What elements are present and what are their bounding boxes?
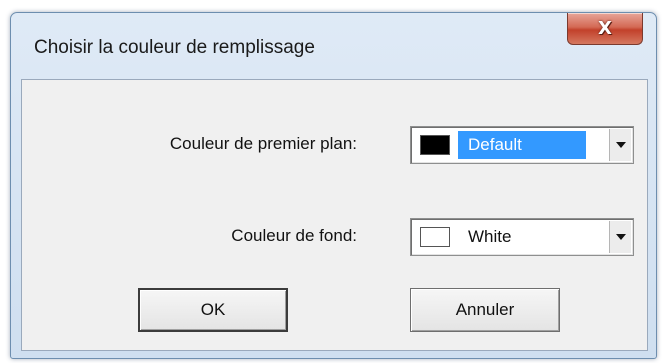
foreground-color-value: Default [468,135,522,154]
foreground-color-select[interactable]: Default [410,126,634,164]
close-icon: X [598,18,612,39]
cancel-button[interactable]: Annuler [410,288,560,332]
ok-button[interactable]: OK [138,288,288,332]
dialog-window: Choisir la couleur de remplissage X Coul… [10,12,657,359]
chevron-down-icon[interactable] [609,221,631,253]
background-color-select[interactable]: White [410,218,634,256]
dialog-title: Choisir la couleur de remplissage [34,37,315,58]
background-color-value: White [468,227,512,246]
close-button[interactable]: X [567,13,643,45]
chevron-down-icon[interactable] [609,129,631,161]
background-color-swatch [420,227,450,247]
foreground-color-swatch [420,135,450,155]
dialog-body: Couleur de premier plan: Default Couleur… [21,79,648,351]
foreground-color-label: Couleur de premier plan: [169,134,357,153]
title-bar[interactable]: Choisir la couleur de remplissage X [11,13,656,79]
background-color-label: Couleur de fond: [231,226,357,245]
